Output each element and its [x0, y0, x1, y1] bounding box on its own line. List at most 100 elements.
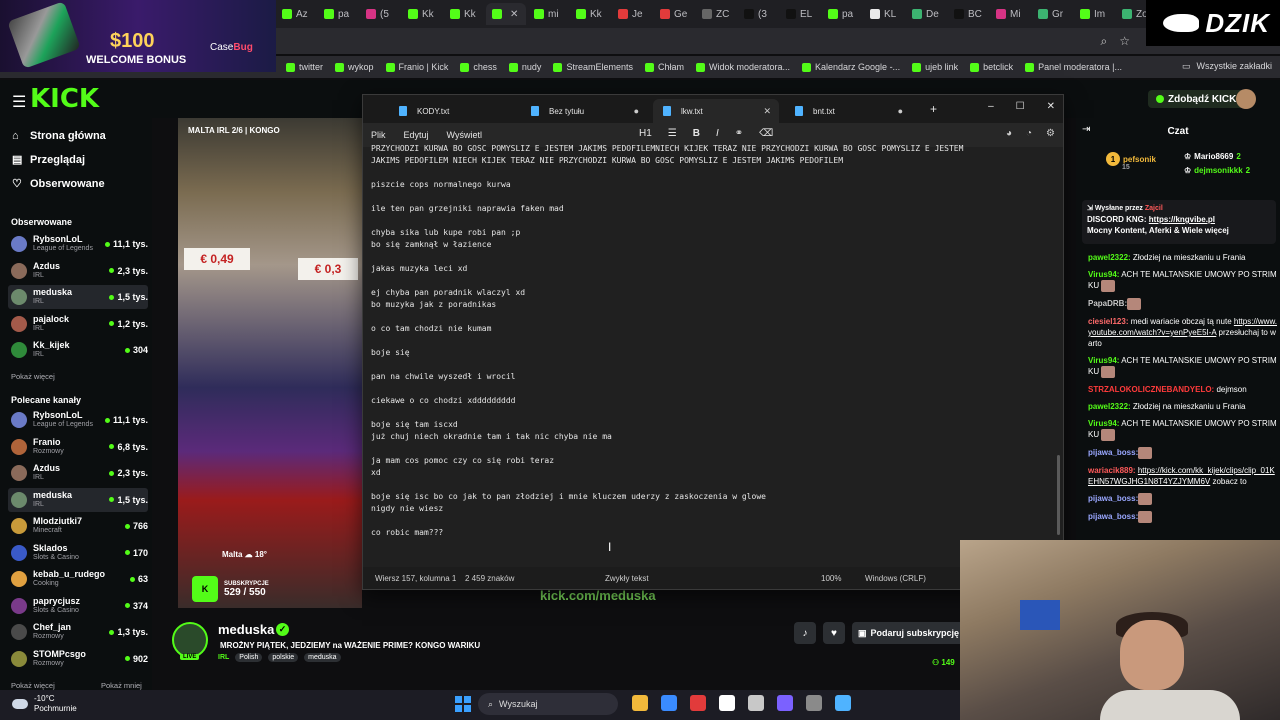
close-tab-icon[interactable]: ✕	[510, 9, 518, 20]
show-less-recommended[interactable]: Pokaż mniej	[101, 681, 142, 690]
minimize-icon[interactable]: –	[988, 101, 994, 112]
browser-tab[interactable]: pa	[318, 3, 358, 25]
gift-sub-button[interactable]: ▣ Podaruj subskrypcję	[852, 622, 960, 644]
bookmark-item[interactable]: wykop	[335, 62, 374, 72]
browser-tab[interactable]: (3	[738, 3, 778, 25]
sidebar-channel[interactable]: Sklados Slots & Casino 170	[8, 541, 148, 565]
browser-tab[interactable]: (5	[360, 3, 400, 25]
list-icon[interactable]: ☰	[668, 128, 677, 139]
sidebar-channel[interactable]: pajalock IRL 1,2 tys.	[8, 312, 148, 336]
gifter-3[interactable]: ♔ dejmsonikkk 2	[1184, 166, 1250, 175]
sidebar-channel[interactable]: STOMPcsgo Rozmowy 902	[8, 647, 148, 671]
taskbar-app-icon[interactable]	[748, 695, 764, 711]
show-more-followed[interactable]: Pokaż więcej	[11, 372, 55, 381]
close-icon[interactable]: ✕	[1047, 101, 1055, 112]
italic-icon[interactable]: I	[716, 128, 719, 139]
notepad-tab[interactable]: KODY.txt	[389, 99, 515, 123]
browser-tab[interactable]: Ge	[654, 3, 694, 25]
sidebar-channel[interactable]: meduska IRL 1,5 tys.	[8, 285, 148, 309]
chat-username[interactable]: Virus94:	[1088, 270, 1119, 279]
profile-icon[interactable]: ◔	[1026, 128, 1032, 139]
link-icon[interactable]: ⚭	[735, 128, 743, 139]
nav-following[interactable]: ♡ Obserwowane	[12, 178, 105, 190]
sidebar-channel[interactable]: Azdus IRL 2,3 tys.	[8, 461, 148, 485]
chat-username[interactable]: pijawa_boss:	[1088, 512, 1138, 521]
sidebar-channel[interactable]: Chef_jan Rozmowy 1,3 tys.	[8, 620, 148, 644]
scrollbar[interactable]	[1057, 455, 1060, 535]
copilot-icon[interactable]: ◕	[1006, 128, 1012, 139]
zoom-level[interactable]: 100%	[821, 574, 841, 583]
notepad-tab[interactable]: Bez tytułu ●	[521, 99, 647, 123]
bookmark-item[interactable]: Franio | Kick	[385, 62, 448, 72]
top-gifter[interactable]: 1 pefsonik	[1106, 152, 1156, 166]
chat-username[interactable]: pijawa_boss:	[1088, 448, 1138, 457]
bookmark-item[interactable]: betclick	[970, 62, 1013, 72]
sidebar-channel[interactable]: Mlodziutki7 Minecraft 766	[8, 514, 148, 538]
chat-username[interactable]: Virus94:	[1088, 356, 1119, 365]
browser-tab[interactable]: Kk	[402, 3, 442, 25]
stream-category[interactable]: IRL	[218, 654, 229, 661]
browser-tab[interactable]: Je	[612, 3, 652, 25]
taskbar-app-icon[interactable]	[806, 695, 822, 711]
notepad-tab[interactable]: lkw.txt ✕	[653, 99, 779, 123]
bold-icon[interactable]: B	[693, 128, 700, 139]
taskbar-app-icon[interactable]	[719, 695, 735, 711]
notification-bell-icon[interactable]: ♪	[794, 622, 816, 644]
menu-view[interactable]: Wyświetl	[447, 130, 482, 140]
follow-heart-icon[interactable]: ♥	[823, 622, 845, 644]
user-avatar[interactable]	[1236, 89, 1256, 109]
chat-username[interactable]: STRZALOKOLICZNEBANDYELO:	[1088, 385, 1214, 394]
all-bookmarks[interactable]: ▭ Wszystkie zakładki	[1182, 61, 1272, 72]
browser-tab[interactable]: De	[906, 3, 946, 25]
chat-username[interactable]: ciesiel123:	[1088, 317, 1128, 326]
sidebar-channel[interactable]: RybsonLoL League of Legends 11,1 tys.	[8, 408, 148, 432]
gifter-2[interactable]: ♔ Mario8669 2	[1184, 152, 1241, 161]
bookmark-item[interactable]: chess	[460, 62, 497, 72]
browser-tab[interactable]: Mi	[990, 3, 1030, 25]
stream-tag[interactable]: Polish	[235, 653, 263, 662]
windows-start-icon[interactable]	[455, 696, 471, 712]
taskbar-app-icon[interactable]	[835, 695, 851, 711]
chat-username[interactable]: pawel2322:	[1088, 402, 1131, 411]
zoom-icon[interactable]: ⌕	[1101, 34, 1108, 49]
taskbar-app-icon[interactable]	[632, 695, 648, 711]
browser-tab[interactable]: Im	[1074, 3, 1114, 25]
stream-tag[interactable]: meduska	[304, 653, 341, 662]
pinned-link[interactable]: https://kngvibe.pl	[1149, 215, 1215, 224]
new-tab-button[interactable]: +	[930, 102, 937, 116]
menu-icon[interactable]: ☰	[12, 92, 26, 112]
channel-name[interactable]: meduska	[218, 622, 274, 637]
heading-dropdown[interactable]: H1	[639, 128, 652, 139]
settings-icon[interactable]: ⚙	[1046, 128, 1055, 139]
bookmark-item[interactable]: Widok moderatora...	[695, 62, 790, 72]
star-icon[interactable]: ☆	[1119, 34, 1130, 49]
bookmark-item[interactable]: Chłam	[644, 62, 684, 72]
channel-avatar[interactable]	[172, 622, 208, 658]
browser-tab[interactable]: Az	[276, 3, 316, 25]
taskbar-app-icon[interactable]	[661, 695, 677, 711]
sidebar-channel[interactable]: RybsonLoL League of Legends 11,1 tys.	[8, 232, 148, 256]
stream-video[interactable]: MALTA IRL 2/6 | KONGO € 0,49 € 0,3 Malta…	[178, 118, 362, 608]
bookmark-item[interactable]: Kalendarz Google -...	[802, 62, 900, 72]
sidebar-channel[interactable]: Franio Rozmowy 6,8 tys.	[8, 435, 148, 459]
browser-tab[interactable]: Kk	[570, 3, 610, 25]
browser-tab[interactable]: ZC	[696, 3, 736, 25]
chat-username[interactable]: pawel2322:	[1088, 253, 1131, 262]
taskbar-weather[interactable]: -10°C Pochmurnie	[12, 694, 77, 714]
browser-tab[interactable]: ✕	[486, 3, 526, 25]
bookmark-item[interactable]: nudy	[508, 62, 541, 72]
close-tab-icon[interactable]: ✕	[763, 106, 771, 117]
browser-tab[interactable]: pa	[822, 3, 862, 25]
menu-edit[interactable]: Edytuj	[404, 130, 429, 140]
browser-tab[interactable]: mi	[528, 3, 568, 25]
sidebar-channel[interactable]: Kk_kijek IRL 304	[8, 338, 148, 362]
sidebar-channel[interactable]: paprycjusz Slots & Casino 374	[8, 594, 148, 618]
chat-username[interactable]: PapaDRB:	[1088, 299, 1127, 308]
clear-format-icon[interactable]: ⌫	[759, 128, 773, 139]
browser-tab[interactable]: KL	[864, 3, 904, 25]
bookmark-item[interactable]: StreamElements	[553, 62, 633, 72]
chat-username[interactable]: Virus94:	[1088, 419, 1119, 428]
sidebar-channel[interactable]: Azdus IRL 2,3 tys.	[8, 259, 148, 283]
pinned-message[interactable]: ⇲ Wysłane przez Zajcil DISCORD KNG: http…	[1082, 200, 1276, 244]
taskbar-app-icon[interactable]	[690, 695, 706, 711]
